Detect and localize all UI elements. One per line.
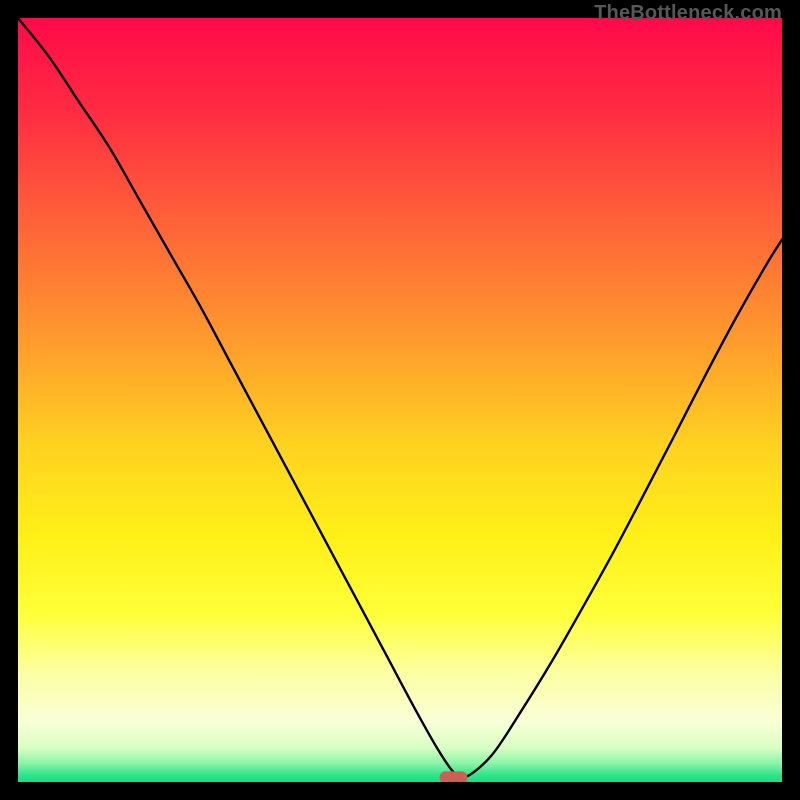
chart-frame: TheBottleneck.com [0, 0, 800, 800]
plot-outer-border [18, 18, 782, 782]
attribution-label: TheBottleneck.com [594, 2, 782, 25]
minimum-marker [439, 771, 467, 782]
curve-layer [18, 18, 782, 782]
plot-area [18, 18, 782, 782]
bottleneck-curve [18, 18, 782, 778]
